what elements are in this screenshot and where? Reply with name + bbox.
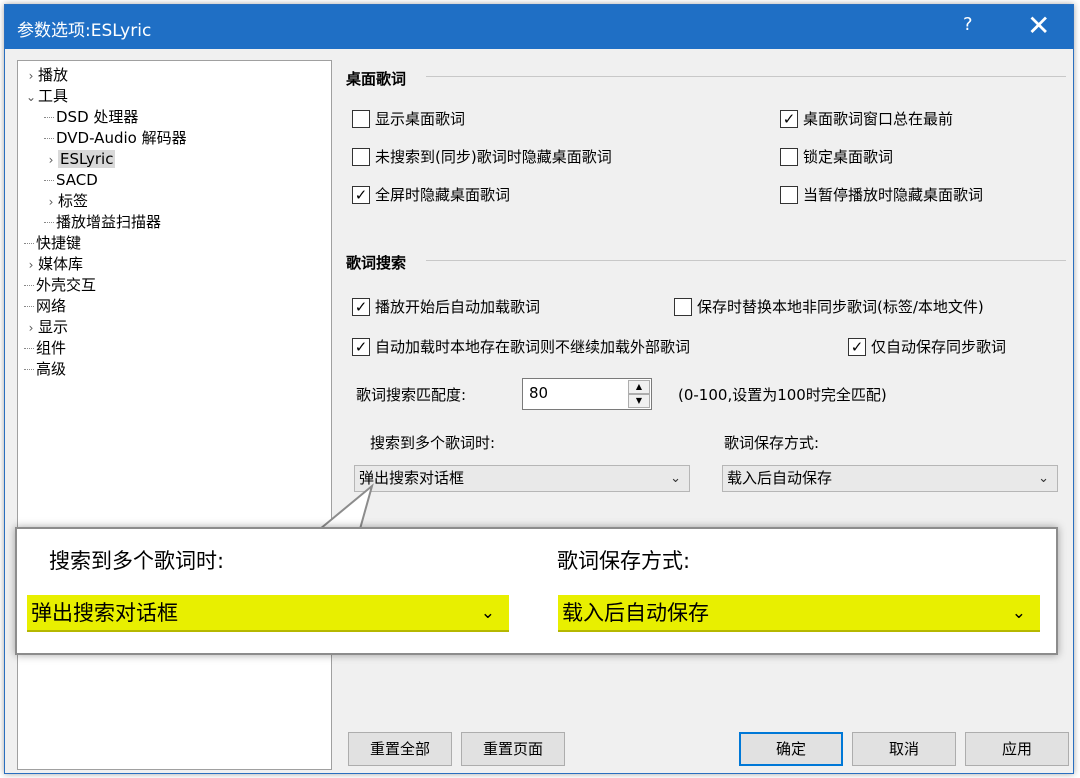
callout-multi-result-label: 搜索到多个歌词时: [49,549,225,573]
callout-save-mode-label: 歌词保存方式: [557,549,691,573]
zoom-callout: 搜索到多个歌词时: 歌词保存方式: 弹出搜索对话框 ⌄ 载入后自动保存 ⌄ [15,527,1058,655]
callout-multi-result-select[interactable]: 弹出搜索对话框 ⌄ [27,595,509,632]
chevron-down-icon: ⌄ [1011,603,1026,623]
callout-pointer [317,483,374,530]
callout-save-mode-select[interactable]: 载入后自动保存 ⌄ [558,595,1040,632]
chevron-down-icon: ⌄ [480,603,495,623]
